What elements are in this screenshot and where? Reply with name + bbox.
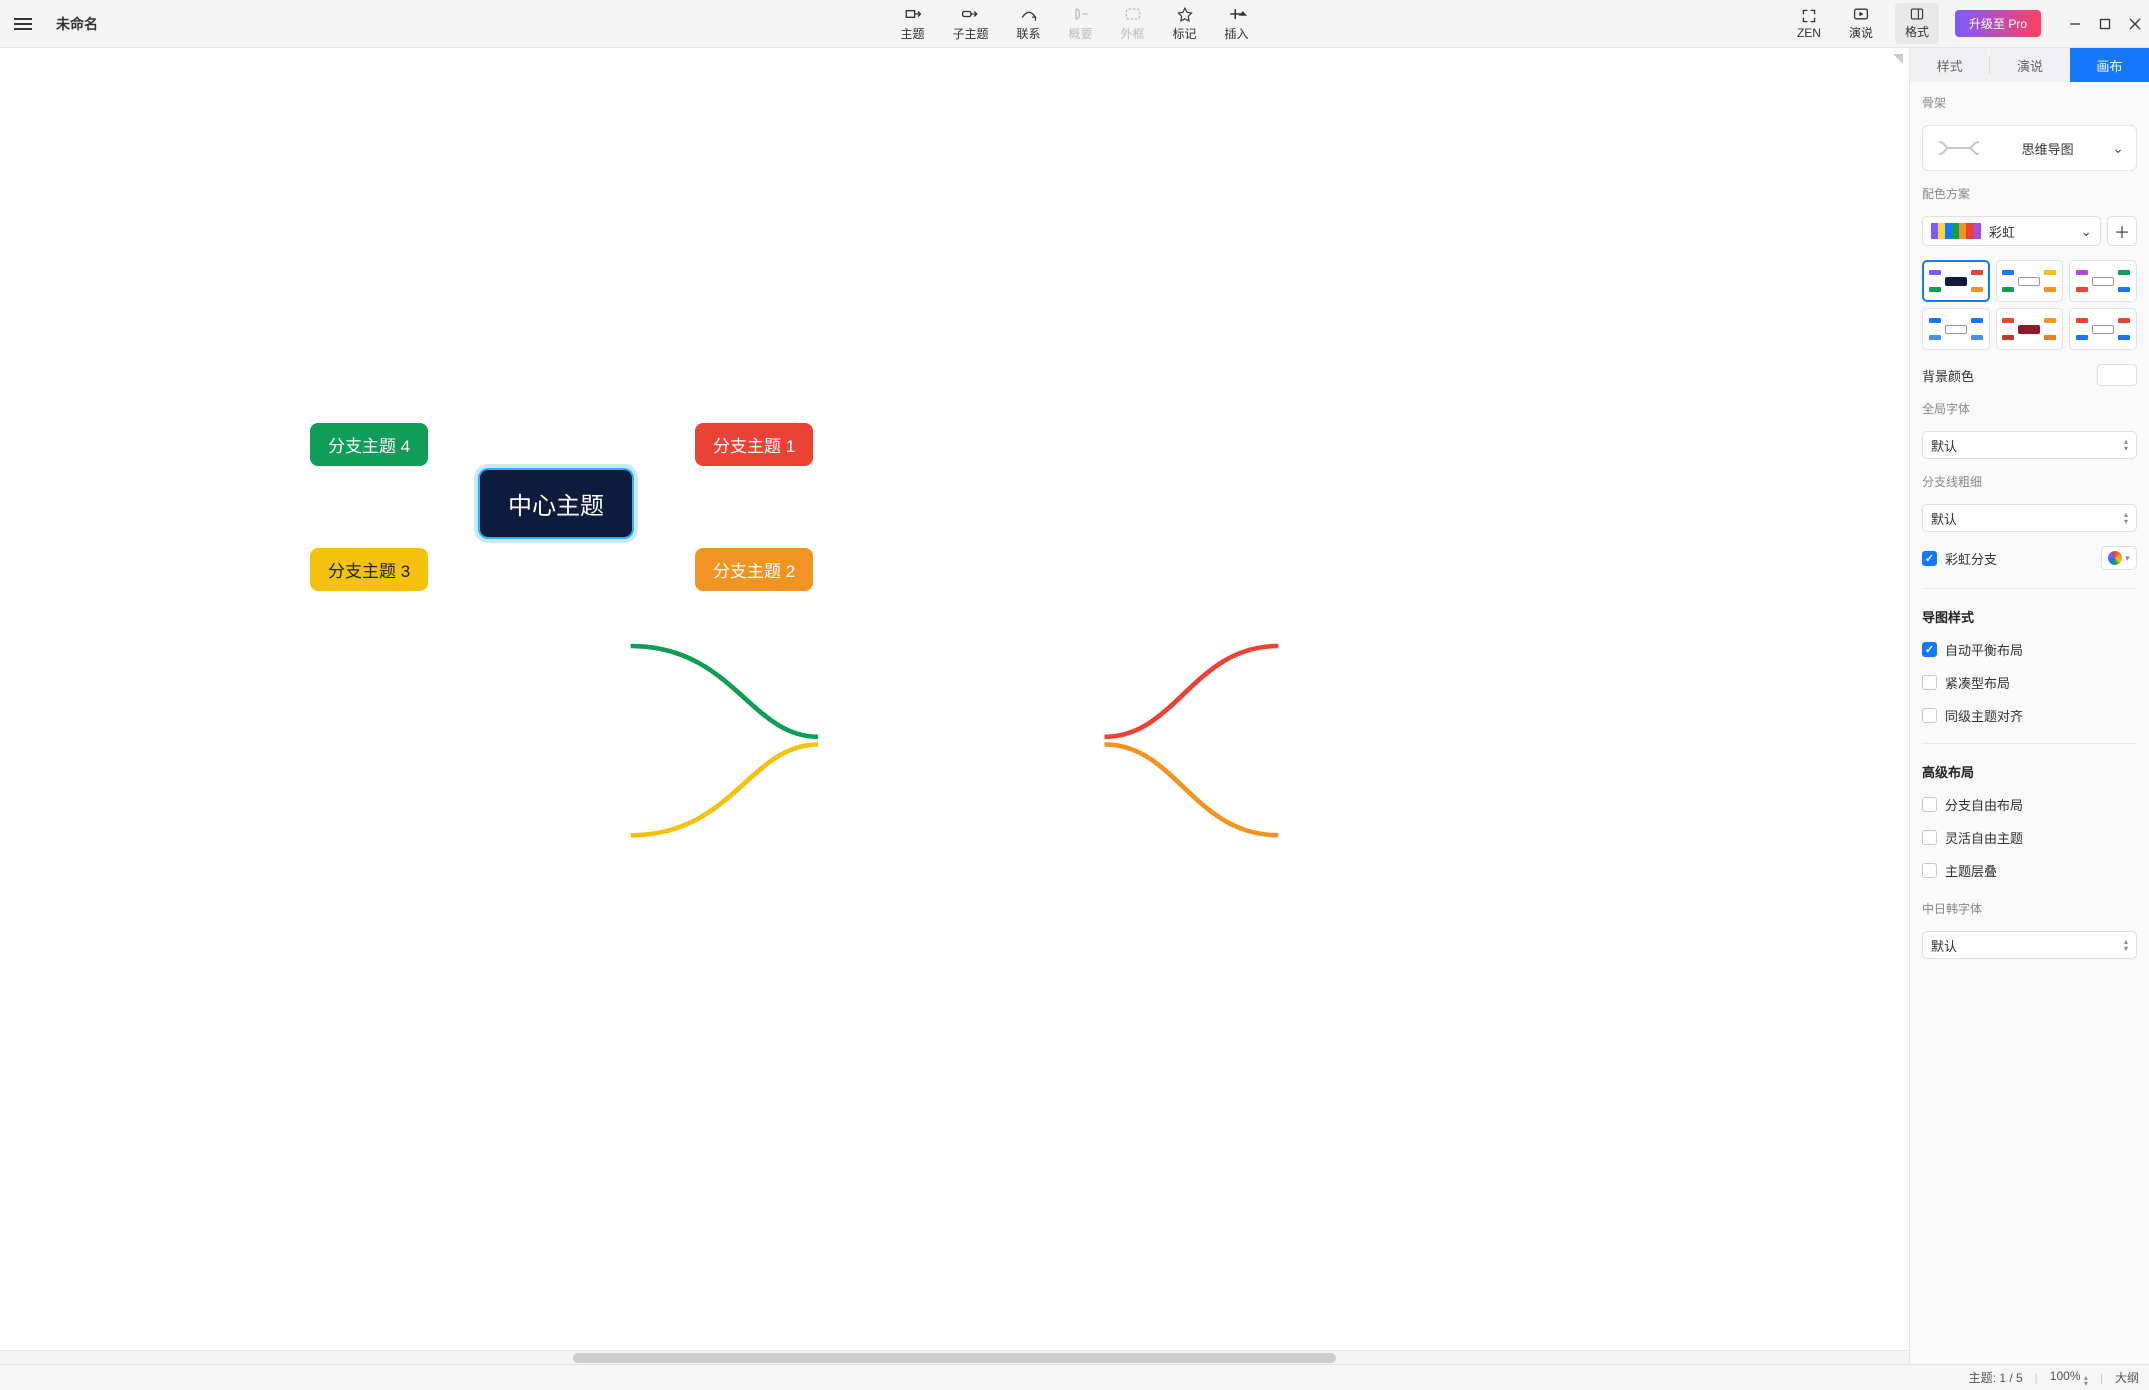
checkbox-icon [1922,675,1937,690]
auto-balance-checkbox[interactable]: 自动平衡布局 [1922,640,2137,659]
checkbox-icon [1922,863,1937,878]
rainbow-swatch-icon [1931,223,1981,239]
titlebar: 未命名 主题 子主题 联系 概要 外框 [0,0,2149,48]
bg-color-label: 背景颜色 [1922,366,1974,385]
relation-button[interactable]: 联系 [1010,3,1046,44]
panel-icon [1908,7,1926,21]
scheme-option-6[interactable] [2069,308,2137,350]
checkbox-icon [1922,797,1937,812]
summary-button[interactable]: 概要 [1062,3,1098,44]
scheme-option-2[interactable] [1996,260,2064,302]
scheme-option-5[interactable] [1996,308,2064,350]
stepper-icon: ▴▾ [2124,438,2128,452]
checkbox-icon [1922,830,1937,845]
branch-width-select[interactable]: 默认 ▴▾ [1922,504,2137,532]
add-scheme-button[interactable]: ＋ [2107,216,2137,246]
chevron-down-icon: ⌄ [2080,223,2092,240]
pitch-button[interactable]: 演说 [1843,4,1879,43]
checkbox-icon [1922,551,1937,566]
branch-topic-2[interactable]: 分支主题 2 [695,548,813,591]
star-icon [1175,5,1195,23]
boundary-button[interactable]: 外框 [1115,3,1151,44]
color-scheme-select[interactable]: 彩虹 ⌄ [1922,216,2101,246]
global-font-label: 全局字体 [1922,400,2137,417]
outline-button[interactable]: 大纲 [2115,1369,2139,1386]
compact-layout-checkbox[interactable]: 紧凑型布局 [1922,673,2137,692]
advanced-layout-title: 高级布局 [1922,762,2137,781]
tab-style[interactable]: 样式 [1910,48,1989,82]
branch-topic-3[interactable]: 分支主题 3 [310,548,428,591]
free-branch-checkbox[interactable]: 分支自由布局 [1922,795,2137,814]
map-style-title: 导图样式 [1922,607,2137,626]
checkbox-icon [1922,642,1937,657]
chevron-down-icon: ⌄ [2112,140,2124,157]
mindmap-icon [1935,136,1983,160]
zoom-level[interactable]: 100% ▴▾ [2050,1369,2088,1387]
skeleton-select[interactable]: 思维导图 ⌄ [1922,125,2137,171]
main-toolbar: 主题 子主题 联系 概要 外框 标记 ▾ [894,3,1254,44]
subtopic-button[interactable]: 子主题 [946,3,994,44]
scheme-option-1[interactable] [1922,260,1990,302]
horizontal-scrollbar[interactable] [0,1350,1909,1364]
branch-topic-4[interactable]: 分支主题 4 [310,423,428,466]
relation-icon [1018,5,1038,23]
plus-icon: ▾ [1227,5,1247,23]
stepper-icon: ▴▾ [2124,938,2128,952]
scheme-option-3[interactable] [2069,260,2137,302]
minimize-icon[interactable] [2069,18,2081,30]
free-topic-checkbox[interactable]: 灵活自由主题 [1922,828,2137,847]
color-ring-icon [2108,551,2122,565]
menu-button[interactable] [8,12,38,36]
topic-count-label: 主题: 1 / 5 [1969,1369,2023,1386]
cjk-font-select[interactable]: 默认 ▴▾ [1922,931,2137,959]
maximize-icon[interactable] [2099,18,2111,30]
insert-button[interactable]: ▾ 插入 [1219,3,1255,44]
boundary-icon [1123,5,1143,23]
zen-button[interactable]: ZEN [1791,6,1827,42]
color-scheme-label: 配色方案 [1922,185,2137,202]
branch-width-label: 分支线粗细 [1922,473,2137,490]
tab-pitch[interactable]: 演说 [1990,48,2069,82]
zen-icon [1800,8,1818,24]
upgrade-button[interactable]: 升级至 Pro [1955,10,2041,37]
marker-button[interactable]: 标记 [1167,3,1203,44]
statusbar: 主题: 1 / 5 | 100% ▴▾ | 大纲 [0,1364,2149,1390]
chevron-down-icon: ▾ [2125,553,2130,564]
skeleton-label: 骨架 [1922,94,2137,111]
topic-button[interactable]: 主题 [894,3,930,44]
central-topic[interactable]: 中心主题 [478,468,634,539]
rainbow-color-button[interactable]: ▾ [2101,546,2137,570]
summary-icon [1070,5,1090,23]
rainbow-branch-checkbox[interactable]: 彩虹分支 [1922,549,1997,568]
subtopic-icon [960,5,980,23]
close-icon[interactable] [2129,18,2141,30]
canvas-area[interactable]: 中心主题 分支主题 4 分支主题 3 分支主题 1 分支主题 2 [0,48,1909,1364]
format-button[interactable]: 格式 [1895,3,1939,44]
play-icon [1852,6,1870,22]
format-panel: 样式 演说 画布 骨架 思维导图 ⌄ 配色方案 彩 [1909,48,2149,1364]
align-siblings-checkbox[interactable]: 同级主题对齐 [1922,706,2137,725]
global-font-select[interactable]: 默认 ▴▾ [1922,431,2137,459]
scheme-grid [1922,260,2137,350]
window-controls [2069,18,2141,30]
overlap-checkbox[interactable]: 主题层叠 [1922,861,2137,880]
bg-color-swatch[interactable] [2097,364,2137,386]
checkbox-icon [1922,708,1937,723]
tab-canvas[interactable]: 画布 [2070,48,2149,82]
scheme-option-4[interactable] [1922,308,1990,350]
document-title: 未命名 [56,14,98,34]
connectors [0,48,1909,1350]
stepper-icon: ▴▾ [2124,511,2128,525]
branch-topic-1[interactable]: 分支主题 1 [695,423,813,466]
cjk-font-label: 中日韩字体 [1922,900,2137,917]
topic-icon [902,5,922,23]
scrollbar-thumb[interactable] [573,1353,1337,1363]
